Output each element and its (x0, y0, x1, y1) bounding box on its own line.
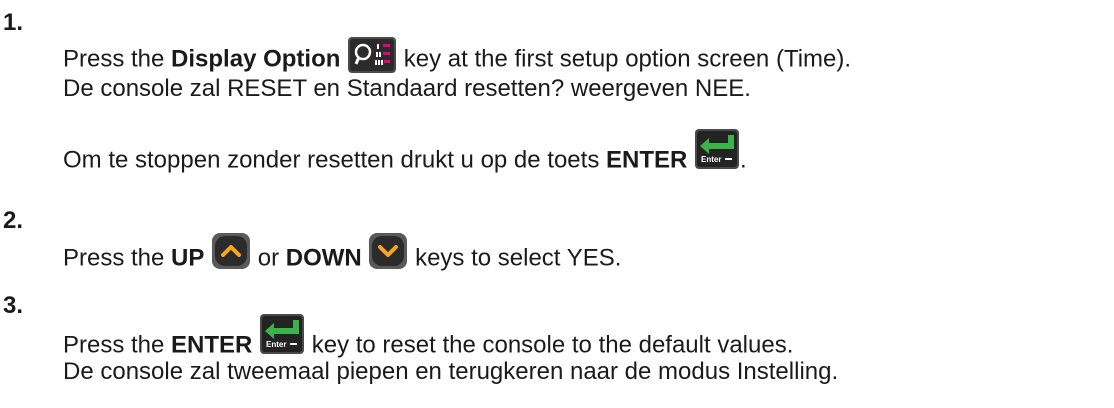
enter-key-icon: Enter (694, 128, 740, 170)
svg-text:Enter: Enter (701, 155, 721, 164)
step-3-note: De console zal tweemaal piepen en terugk… (63, 358, 839, 385)
key-name-up: UP (171, 244, 205, 272)
step-1-note: De console zal RESET en Standaard resett… (63, 75, 751, 102)
step-text: key to reset the console to the default … (311, 331, 794, 359)
up-key-icon (211, 232, 251, 270)
step-1-stop-instruction: Om te stoppen zonder resetten drukt u op… (63, 129, 747, 182)
enter-key-icon: Enter (259, 313, 305, 355)
step-text: Press the (63, 45, 172, 73)
step-2-instruction: Press the UP or DOWN keys to select YES. (63, 233, 622, 278)
down-key-icon (368, 232, 408, 270)
step-number: 2. (3, 207, 24, 234)
key-name-down: DOWN (285, 244, 362, 272)
step-text: Om te stoppen zonder resetten drukt u op… (63, 146, 606, 174)
step-text: key at the first setup option screen (Ti… (403, 45, 852, 73)
key-name-enter: ENTER (606, 146, 688, 174)
step-1-instruction: Press the Display Option key at the firs… (63, 37, 852, 79)
step-text: keys to select YES. (415, 244, 622, 272)
svg-text:Enter: Enter (266, 340, 286, 349)
key-name-display-option: Display Option (171, 45, 341, 73)
step-text: . (740, 146, 747, 174)
step-text: Press the (63, 331, 172, 359)
step-number: 3. (3, 292, 24, 319)
step-number: 1. (3, 9, 24, 36)
key-name-enter: ENTER (171, 331, 253, 359)
step-text: or (257, 244, 286, 272)
step-text: Press the (63, 244, 172, 272)
display-option-key-icon (347, 36, 397, 74)
